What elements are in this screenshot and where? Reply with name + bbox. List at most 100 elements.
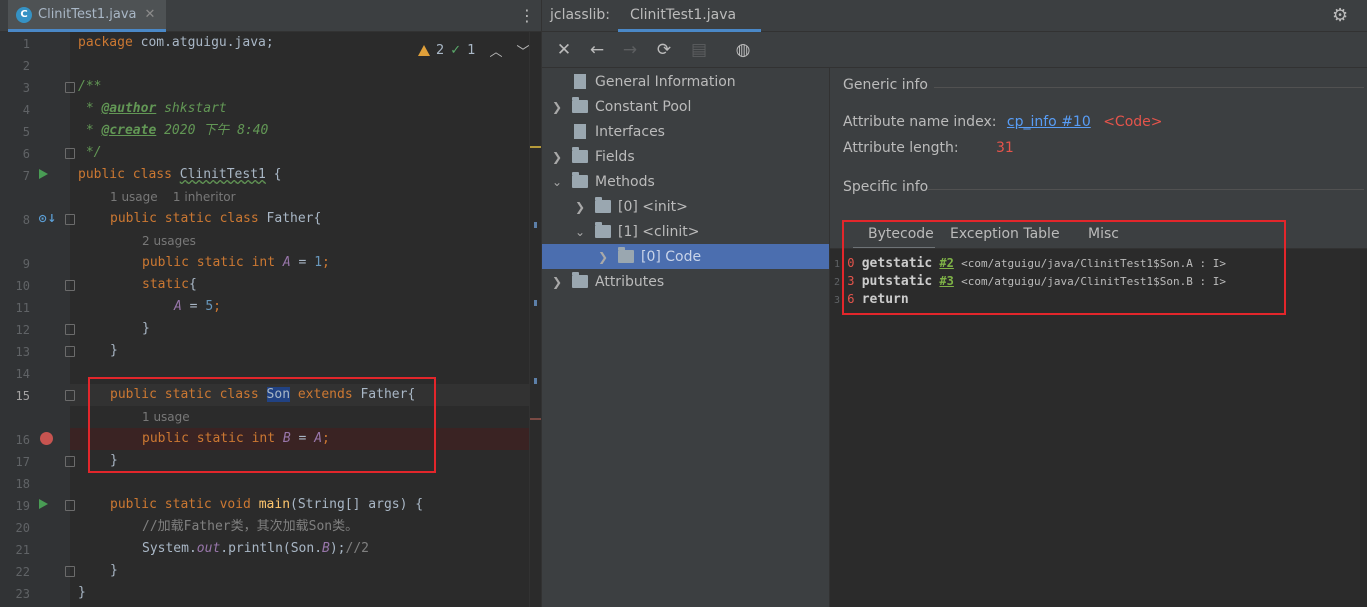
- chevron-up-icon[interactable]: ︿: [489, 41, 502, 60]
- run-class-icon[interactable]: [39, 169, 48, 179]
- editor-tab-bar: C ClinitTest1.java ✕ ⋮: [0, 0, 541, 32]
- line-number: 11: [15, 301, 30, 315]
- folder-icon: [572, 172, 588, 188]
- save-icon[interactable]: ▤: [687, 38, 711, 62]
- back-arrow-icon[interactable]: ←: [585, 38, 609, 62]
- folder-icon: [572, 272, 588, 288]
- code-line-12: }: [142, 321, 150, 336]
- chevron-down-icon[interactable]: ⌄: [550, 175, 564, 189]
- file-icon: [574, 124, 586, 139]
- change-marker[interactable]: [534, 300, 537, 306]
- tree-item-code-selected[interactable]: ❯ [0] Code: [542, 244, 829, 269]
- code-line-22: }: [110, 563, 118, 578]
- attribute-length-value: 31: [996, 140, 1014, 156]
- line-number: 3: [22, 81, 30, 95]
- breakpoint-icon[interactable]: [40, 432, 53, 445]
- gear-icon[interactable]: ⚙: [1332, 5, 1348, 26]
- gutter: 1 2 3 4 5 6 7 8 9 10 11 12 13 14 15 16 1…: [0, 32, 75, 607]
- line-number: 20: [15, 521, 30, 535]
- typo-check-icon: ✓: [450, 42, 462, 58]
- tree-item-methods[interactable]: ⌄ Methods: [550, 169, 655, 194]
- chevron-right-icon[interactable]: ❯: [573, 200, 587, 214]
- specific-info-title: Specific info: [843, 179, 929, 195]
- tree-item-clinit[interactable]: ⌄ [1] <clinit>: [573, 219, 699, 244]
- jclasslib-tab-clinittest1[interactable]: ClinitTest1.java: [618, 0, 761, 32]
- tree-item-general-information[interactable]: General Information: [550, 69, 736, 94]
- line-number: 22: [15, 565, 30, 579]
- line-number: 1: [22, 37, 30, 51]
- fold-icon[interactable]: [65, 566, 75, 577]
- separator: [934, 87, 1364, 88]
- forward-arrow-icon[interactable]: →: [618, 38, 642, 62]
- more-options-icon[interactable]: ⋮: [519, 6, 535, 26]
- fold-icon[interactable]: [65, 214, 75, 225]
- breakpoint-marker[interactable]: [530, 418, 541, 420]
- line-number: 14: [15, 367, 30, 381]
- jclasslib-tab-bar: jclasslib: ClinitTest1.java ⚙: [542, 0, 1367, 32]
- line-number: 4: [22, 103, 30, 117]
- line-number: 9: [22, 257, 30, 271]
- fold-icon[interactable]: [65, 324, 75, 335]
- code-line-4: * @author shkstart: [78, 101, 227, 116]
- line-number: 6: [22, 147, 30, 161]
- class-c-icon: C: [16, 6, 32, 23]
- code-line-1: package com.atguigu.java;: [78, 35, 274, 50]
- fold-icon[interactable]: [65, 456, 75, 467]
- tree-item-interfaces[interactable]: Interfaces: [550, 119, 665, 144]
- code-line-11: A = 5;: [174, 299, 221, 314]
- close-icon[interactable]: ✕: [145, 7, 156, 22]
- highlight-box-son-class: [88, 377, 436, 473]
- code-line-8: public static class Father{: [110, 211, 322, 226]
- inspection-widget[interactable]: 2 ✓ 1 ︿ ﹀: [418, 40, 530, 60]
- chevron-right-icon[interactable]: ❯: [550, 150, 564, 164]
- jclasslib-panel: jclasslib: ClinitTest1.java ⚙ ✕ ← → ⟳ ▤ …: [541, 0, 1367, 607]
- folder-icon: [572, 97, 588, 113]
- fold-icon[interactable]: [65, 280, 75, 291]
- editor-scrollbar[interactable]: [529, 32, 541, 607]
- fold-icon[interactable]: [65, 500, 75, 511]
- code-line-6: */: [78, 145, 102, 160]
- typo-count: 1: [467, 42, 476, 58]
- jclasslib-label: jclasslib:: [550, 7, 611, 23]
- attribute-length-label: Attribute length:: [843, 140, 959, 156]
- line-number: 16: [15, 433, 30, 447]
- fold-icon[interactable]: [65, 148, 75, 159]
- folder-icon: [595, 222, 611, 238]
- fold-icon[interactable]: [65, 346, 75, 357]
- change-marker[interactable]: [534, 222, 537, 228]
- attribute-name-index-row: Attribute name index: cp_info #10 <Code>: [843, 114, 1163, 130]
- code-line-5: * @create 2020 下午 8:40: [78, 123, 269, 138]
- line-number: 17: [15, 455, 30, 469]
- chevron-right-icon[interactable]: ❯: [596, 250, 610, 264]
- tree-item-attributes[interactable]: ❯ Attributes: [550, 269, 664, 294]
- line-number: 15: [15, 389, 30, 403]
- chevron-down-icon[interactable]: ﹀: [516, 41, 529, 60]
- change-marker[interactable]: [534, 378, 537, 384]
- fold-icon[interactable]: [65, 82, 75, 93]
- line-number: 13: [15, 345, 30, 359]
- chevron-down-icon[interactable]: ⌄: [573, 225, 587, 239]
- code-line-21: System.out.println(Son.B);//2: [142, 541, 369, 556]
- chevron-right-icon[interactable]: ❯: [550, 100, 564, 114]
- code-area[interactable]: package com.atguigu.java; /** * @author …: [78, 32, 528, 607]
- tree-item-fields[interactable]: ❯ Fields: [550, 144, 635, 169]
- run-main-icon[interactable]: [39, 499, 48, 509]
- file-icon: [574, 74, 586, 89]
- line-number: 8: [22, 213, 30, 227]
- tree-item-init[interactable]: ❯ [0] <init>: [573, 194, 688, 219]
- fold-icon[interactable]: [65, 390, 75, 401]
- refresh-icon[interactable]: ⟳: [652, 38, 676, 62]
- usages-hint[interactable]: 1 usage 1 inheritor: [110, 190, 236, 204]
- tree-item-constant-pool[interactable]: ❯ Constant Pool: [550, 94, 691, 119]
- cp-info-link[interactable]: cp_info #10: [1007, 114, 1091, 130]
- generic-info-title: Generic info: [843, 77, 928, 93]
- warning-marker[interactable]: [530, 146, 541, 148]
- implemented-icon[interactable]: ⊙↓: [38, 212, 56, 226]
- web-globe-icon[interactable]: ◍: [731, 38, 755, 62]
- editor-tab-clinittest1[interactable]: C ClinitTest1.java ✕: [8, 0, 166, 32]
- attribute-name-value: <Code>: [1103, 114, 1163, 130]
- chevron-right-icon[interactable]: ❯: [550, 275, 564, 289]
- warning-count: 2: [436, 42, 445, 58]
- usages-hint[interactable]: 2 usages: [142, 234, 196, 248]
- close-icon[interactable]: ✕: [552, 38, 576, 62]
